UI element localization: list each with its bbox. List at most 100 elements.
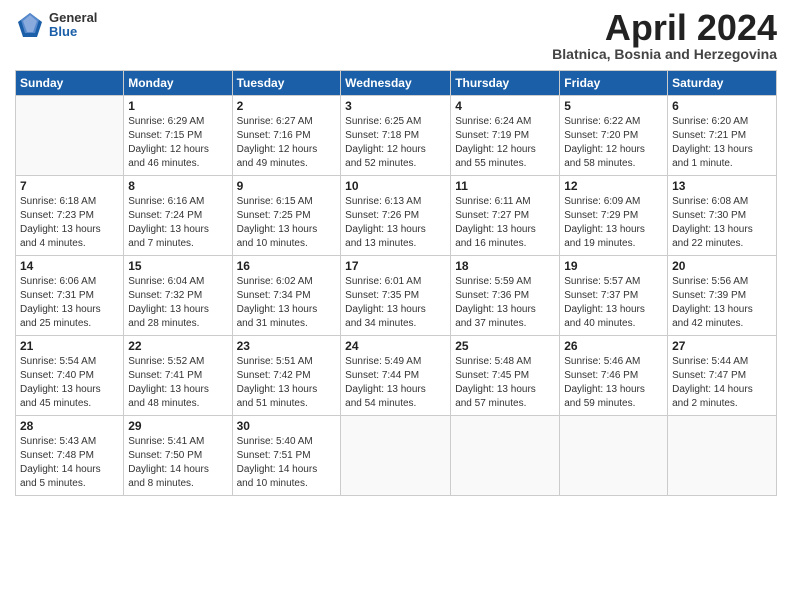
- logo-blue-text: Blue: [49, 25, 97, 39]
- calendar-day: 10 Sunrise: 6:13 AMSunset: 7:26 PMDayligh…: [341, 176, 451, 256]
- calendar-day: [16, 96, 124, 176]
- day-info: Sunrise: 5:49 AMSunset: 7:44 PMDaylight:…: [345, 355, 446, 411]
- day-info: Sunrise: 6:13 AMSunset: 7:26 PMDaylight:…: [345, 195, 446, 251]
- day-info: Sunrise: 5:40 AMSunset: 7:51 PMDaylight:…: [237, 435, 337, 491]
- day-number: 23: [237, 339, 337, 353]
- day-info: Sunrise: 6:29 AMSunset: 7:15 PMDaylight:…: [128, 115, 227, 171]
- day-number: 26: [564, 339, 663, 353]
- calendar-day: [451, 416, 560, 496]
- day-number: 15: [128, 259, 227, 273]
- day-info: Sunrise: 6:11 AMSunset: 7:27 PMDaylight:…: [455, 195, 555, 251]
- logo: General Blue: [15, 10, 97, 40]
- day-info: Sunrise: 5:44 AMSunset: 7:47 PMDaylight:…: [672, 355, 772, 411]
- day-number: 7: [20, 179, 119, 193]
- page: General Blue April 2024 Blatnica, Bosnia…: [0, 0, 792, 612]
- day-info: Sunrise: 6:20 AMSunset: 7:21 PMDaylight:…: [672, 115, 772, 171]
- day-number: 28: [20, 419, 119, 433]
- calendar-week-4: 21Sunrise: 5:54 AMSunset: 7:40 PMDayligh…: [16, 336, 777, 416]
- calendar-day: [341, 416, 451, 496]
- calendar-day: 2 Sunrise: 6:27 AMSunset: 7:16 PMDaylight…: [232, 96, 341, 176]
- day-info: Sunrise: 5:59 AMSunset: 7:36 PMDaylight:…: [455, 275, 555, 331]
- day-info: Sunrise: 5:41 AMSunset: 7:50 PMDaylight:…: [128, 435, 227, 491]
- day-info: Sunrise: 6:18 AMSunset: 7:23 PMDaylight:…: [20, 195, 119, 251]
- day-number: 13: [672, 179, 772, 193]
- day-number: 12: [564, 179, 663, 193]
- day-info: Sunrise: 6:06 AMSunset: 7:31 PMDaylight:…: [20, 275, 119, 331]
- day-number: 11: [455, 179, 555, 193]
- day-info: Sunrise: 5:52 AMSunset: 7:41 PMDaylight:…: [128, 355, 227, 411]
- day-info: Sunrise: 6:01 AMSunset: 7:35 PMDaylight:…: [345, 275, 446, 331]
- day-number: 6: [672, 99, 772, 113]
- calendar-day: 9Sunrise: 6:15 AMSunset: 7:25 PMDaylight…: [232, 176, 341, 256]
- calendar-day: 7 Sunrise: 6:18 AMSunset: 7:23 PMDaylight…: [16, 176, 124, 256]
- calendar-day: 22 Sunrise: 5:52 AMSunset: 7:41 PMDayligh…: [124, 336, 232, 416]
- day-info: Sunrise: 6:09 AMSunset: 7:29 PMDaylight:…: [564, 195, 663, 251]
- day-number: 19: [564, 259, 663, 273]
- day-number: 24: [345, 339, 446, 353]
- calendar-day: 6 Sunrise: 6:20 AMSunset: 7:21 PMDaylight…: [668, 96, 777, 176]
- month-title: April 2024: [552, 10, 777, 46]
- day-info: Sunrise: 5:46 AMSunset: 7:46 PMDaylight:…: [564, 355, 663, 411]
- logo-icon: [15, 10, 45, 40]
- calendar-day: 5Sunrise: 6:22 AMSunset: 7:20 PMDaylight…: [560, 96, 668, 176]
- day-info: Sunrise: 6:15 AMSunset: 7:25 PMDaylight:…: [237, 195, 337, 251]
- calendar-day: 14 Sunrise: 6:06 AMSunset: 7:31 PMDayligh…: [16, 256, 124, 336]
- col-thursday: Thursday: [451, 71, 560, 96]
- header: General Blue April 2024 Blatnica, Bosnia…: [15, 10, 777, 62]
- day-info: Sunrise: 6:22 AMSunset: 7:20 PMDaylight:…: [564, 115, 663, 171]
- day-info: Sunrise: 6:16 AMSunset: 7:24 PMDaylight:…: [128, 195, 227, 251]
- location: Blatnica, Bosnia and Herzegovina: [552, 46, 777, 62]
- day-number: 10: [345, 179, 446, 193]
- col-friday: Friday: [560, 71, 668, 96]
- day-number: 20: [672, 259, 772, 273]
- calendar-day: 12 Sunrise: 6:09 AMSunset: 7:29 PMDayligh…: [560, 176, 668, 256]
- day-number: 29: [128, 419, 227, 433]
- day-info: Sunrise: 6:04 AMSunset: 7:32 PMDaylight:…: [128, 275, 227, 331]
- calendar-day: 29 Sunrise: 5:41 AMSunset: 7:50 PMDayligh…: [124, 416, 232, 496]
- calendar-week-1: 1 Sunrise: 6:29 AMSunset: 7:15 PMDaylight…: [16, 96, 777, 176]
- calendar-day: [668, 416, 777, 496]
- calendar-week-5: 28 Sunrise: 5:43 AMSunset: 7:48 PMDayligh…: [16, 416, 777, 496]
- calendar-week-3: 14 Sunrise: 6:06 AMSunset: 7:31 PMDayligh…: [16, 256, 777, 336]
- day-info: Sunrise: 6:02 AMSunset: 7:34 PMDaylight:…: [237, 275, 337, 331]
- calendar-day: 3 Sunrise: 6:25 AMSunset: 7:18 PMDaylight…: [341, 96, 451, 176]
- day-number: 27: [672, 339, 772, 353]
- day-number: 3: [345, 99, 446, 113]
- logo-general-text: General: [49, 11, 97, 25]
- day-info: Sunrise: 6:25 AMSunset: 7:18 PMDaylight:…: [345, 115, 446, 171]
- col-wednesday: Wednesday: [341, 71, 451, 96]
- day-info: Sunrise: 5:51 AMSunset: 7:42 PMDaylight:…: [237, 355, 337, 411]
- day-info: Sunrise: 5:54 AMSunset: 7:40 PMDaylight:…: [20, 355, 119, 411]
- day-number: 18: [455, 259, 555, 273]
- calendar-day: 19 Sunrise: 5:57 AMSunset: 7:37 PMDayligh…: [560, 256, 668, 336]
- calendar-day: 4Sunrise: 6:24 AMSunset: 7:19 PMDaylight…: [451, 96, 560, 176]
- day-info: Sunrise: 5:56 AMSunset: 7:39 PMDaylight:…: [672, 275, 772, 331]
- day-info: Sunrise: 5:48 AMSunset: 7:45 PMDaylight:…: [455, 355, 555, 411]
- calendar-day: 27 Sunrise: 5:44 AMSunset: 7:47 PMDayligh…: [668, 336, 777, 416]
- col-saturday: Saturday: [668, 71, 777, 96]
- day-info: Sunrise: 5:43 AMSunset: 7:48 PMDaylight:…: [20, 435, 119, 491]
- day-info: Sunrise: 6:27 AMSunset: 7:16 PMDaylight:…: [237, 115, 337, 171]
- day-number: 14: [20, 259, 119, 273]
- day-number: 22: [128, 339, 227, 353]
- calendar-day: 23 Sunrise: 5:51 AMSunset: 7:42 PMDayligh…: [232, 336, 341, 416]
- day-number: 2: [237, 99, 337, 113]
- day-number: 16: [237, 259, 337, 273]
- calendar-day: 25 Sunrise: 5:48 AMSunset: 7:45 PMDayligh…: [451, 336, 560, 416]
- day-info: Sunrise: 6:24 AMSunset: 7:19 PMDaylight:…: [455, 115, 555, 171]
- day-number: 8: [128, 179, 227, 193]
- calendar-day: 18 Sunrise: 5:59 AMSunset: 7:36 PMDayligh…: [451, 256, 560, 336]
- calendar-day: 21Sunrise: 5:54 AMSunset: 7:40 PMDayligh…: [16, 336, 124, 416]
- day-number: 25: [455, 339, 555, 353]
- calendar-day: 11 Sunrise: 6:11 AMSunset: 7:27 PMDayligh…: [451, 176, 560, 256]
- col-tuesday: Tuesday: [232, 71, 341, 96]
- calendar-day: 13Sunrise: 6:08 AMSunset: 7:30 PMDayligh…: [668, 176, 777, 256]
- calendar: Sunday Monday Tuesday Wednesday Thursday…: [15, 70, 777, 496]
- title-section: April 2024 Blatnica, Bosnia and Herzegov…: [552, 10, 777, 62]
- calendar-day: 30 Sunrise: 5:40 AMSunset: 7:51 PMDayligh…: [232, 416, 341, 496]
- calendar-day: 1 Sunrise: 6:29 AMSunset: 7:15 PMDaylight…: [124, 96, 232, 176]
- day-info: Sunrise: 5:57 AMSunset: 7:37 PMDaylight:…: [564, 275, 663, 331]
- day-number: 1: [128, 99, 227, 113]
- day-number: 30: [237, 419, 337, 433]
- calendar-day: 20 Sunrise: 5:56 AMSunset: 7:39 PMDayligh…: [668, 256, 777, 336]
